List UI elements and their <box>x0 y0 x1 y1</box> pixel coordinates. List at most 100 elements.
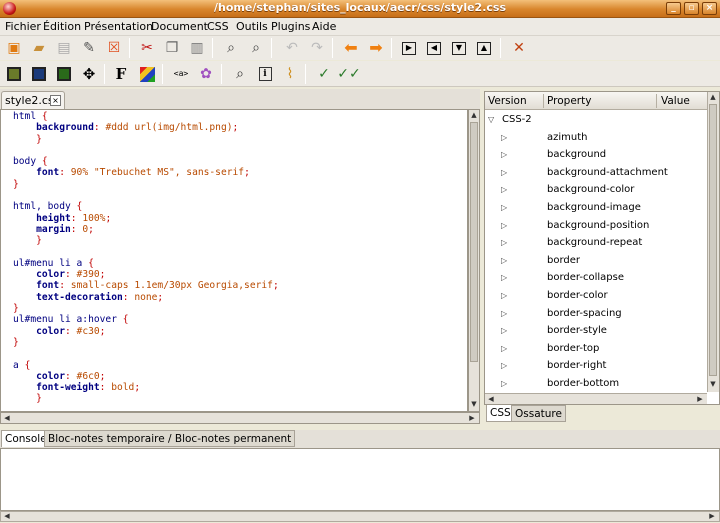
menu-aide[interactable]: Aide <box>312 20 336 33</box>
undo-icon[interactable]: ↶ <box>281 37 303 59</box>
edit-icon[interactable]: ✎ <box>78 37 100 59</box>
move-down-icon[interactable]: ▼ <box>448 37 470 59</box>
menu-document[interactable]: Document <box>151 20 208 33</box>
frame-icon[interactable] <box>3 63 25 85</box>
editor-horizontal-scrollbar[interactable]: ◀ ▶ <box>0 412 480 424</box>
tree-root[interactable]: ▽ CSS-2 <box>485 111 707 129</box>
validate-icon[interactable]: ✓ <box>313 63 335 85</box>
column-value[interactable]: Value <box>661 95 690 107</box>
tree-item-border-style[interactable]: ▷ border-style <box>485 322 707 340</box>
move-icon[interactable]: ✥ <box>78 63 100 85</box>
expander-icon[interactable]: ▷ <box>501 357 507 375</box>
console-scroll-left-icon[interactable]: ◀ <box>2 512 12 520</box>
scroll-right-icon[interactable]: ▶ <box>467 414 477 422</box>
search-tag-icon[interactable]: ⌕ <box>229 63 251 85</box>
tree-scroll-right-icon[interactable]: ▶ <box>695 395 705 403</box>
tree-item-border-collapse[interactable]: ▷ border-collapse <box>485 269 707 287</box>
expander-icon[interactable]: ▷ <box>501 375 507 393</box>
column-property[interactable]: Property <box>547 95 591 107</box>
expander-icon[interactable]: ▷ <box>501 129 507 147</box>
console-scroll-right-icon[interactable]: ▶ <box>707 512 717 520</box>
tree-item-background-color[interactable]: ▷ background-color <box>485 181 707 199</box>
tree-item-border-spacing[interactable]: ▷ border-spacing <box>485 305 707 323</box>
expander-icon[interactable]: ▷ <box>501 164 507 182</box>
close-file-icon[interactable]: ☒ <box>103 37 125 59</box>
tab-close-icon[interactable]: × <box>50 95 61 106</box>
tree-scroll-down-icon[interactable]: ▼ <box>708 380 718 388</box>
scroll-up-icon[interactable]: ▲ <box>469 111 479 119</box>
tree-item-border-bottom[interactable]: ▷ border-bottom <box>485 375 707 393</box>
open-folder-icon[interactable]: ▰ <box>28 37 50 59</box>
validate-all-icon[interactable]: ✓✓ <box>337 63 360 85</box>
tree-scroll-up-icon[interactable]: ▲ <box>708 93 718 101</box>
menu-edition[interactable]: Édition <box>43 20 81 33</box>
new-file-icon[interactable]: ▣ <box>3 37 25 59</box>
code-editor[interactable]: html { background: #ddd url(img/html.png… <box>0 109 468 412</box>
expanded-icon[interactable]: ▽ <box>488 111 494 129</box>
palette-icon[interactable]: ✿ <box>195 63 217 85</box>
menu-plugins[interactable]: Plugins <box>271 20 310 33</box>
console-output[interactable] <box>0 448 720 511</box>
expander-icon[interactable]: ▷ <box>501 217 507 235</box>
menu-css[interactable]: CSS <box>207 20 229 33</box>
column-version[interactable]: Version <box>488 95 527 107</box>
find-replace-icon[interactable]: ⌕ <box>245 37 267 59</box>
menu-fichier[interactable]: Fichier <box>5 20 41 33</box>
move-up-icon[interactable]: ▲ <box>473 37 495 59</box>
editor-scroll-thumb[interactable] <box>470 122 478 362</box>
expander-icon[interactable]: ▷ <box>501 287 507 305</box>
tree-item-border-top[interactable]: ▷ border-top <box>485 340 707 358</box>
tree-item-background-image[interactable]: ▷ background-image <box>485 199 707 217</box>
scroll-down-icon[interactable]: ▼ <box>469 400 479 408</box>
expander-icon[interactable]: ▷ <box>501 146 507 164</box>
expander-icon[interactable]: ▷ <box>501 199 507 217</box>
tree-item-background-repeat[interactable]: ▷ background-repeat <box>485 234 707 252</box>
maximize-button[interactable]: ▫ <box>684 2 699 15</box>
editor-vertical-scrollbar[interactable]: ▲ ▼ <box>468 109 480 412</box>
tab-style2-css[interactable]: style2.css × <box>1 91 65 109</box>
scroll-left-icon[interactable]: ◀ <box>2 414 12 422</box>
expander-icon[interactable]: ▷ <box>501 340 507 358</box>
color-icon[interactable] <box>136 63 158 85</box>
copy-icon[interactable]: ❐ <box>161 37 183 59</box>
font-icon[interactable]: F <box>110 63 132 85</box>
arrow-right-icon[interactable]: ➡ <box>365 37 387 59</box>
move-left-icon[interactable]: ◀ <box>423 37 445 59</box>
expander-icon[interactable]: ▷ <box>501 305 507 323</box>
info-icon[interactable]: i <box>254 63 276 85</box>
broom-icon[interactable]: ⌇ <box>279 63 301 85</box>
tab-ossature[interactable]: Ossature <box>511 405 566 422</box>
expander-icon[interactable]: ▷ <box>501 181 507 199</box>
frame-blue-icon[interactable] <box>28 63 50 85</box>
tree-scroll-left-icon[interactable]: ◀ <box>486 395 496 403</box>
redo-icon[interactable]: ↷ <box>306 37 328 59</box>
expander-icon[interactable]: ▷ <box>501 252 507 270</box>
tab-notepad[interactable]: Bloc-notes temporaire / Bloc-notes perma… <box>44 430 296 447</box>
tag-icon[interactable]: <a> <box>170 63 192 85</box>
minimize-button[interactable]: _ <box>666 2 681 15</box>
tree-item-border-right[interactable]: ▷ border-right <box>485 357 707 375</box>
menu-presentation[interactable]: Présentation <box>84 20 153 33</box>
tree-item-background[interactable]: ▷ background <box>485 146 707 164</box>
tree-item-background-attachment[interactable]: ▷ background-attachment <box>485 164 707 182</box>
tree-item-border-color[interactable]: ▷ border-color <box>485 287 707 305</box>
tools-icon[interactable]: ✕ <box>508 37 530 59</box>
arrow-left-icon[interactable]: ⬅ <box>340 37 362 59</box>
expander-icon[interactable]: ▷ <box>501 269 507 287</box>
tree-item-azimuth[interactable]: ▷ azimuth <box>485 129 707 147</box>
tree-item-border[interactable]: ▷ border <box>485 252 707 270</box>
tree-vertical-scrollbar[interactable]: ▲ ▼ <box>707 92 719 392</box>
expander-icon[interactable]: ▷ <box>501 234 507 252</box>
expander-icon[interactable]: ▷ <box>501 322 507 340</box>
close-button[interactable]: × <box>702 2 717 15</box>
menu-outils[interactable]: Outils <box>236 20 268 33</box>
tree-item-background-position[interactable]: ▷ background-position <box>485 217 707 235</box>
cut-icon[interactable]: ✂ <box>136 37 158 59</box>
paste-icon[interactable]: ▥ <box>186 37 208 59</box>
find-icon[interactable]: ⌕ <box>220 37 242 59</box>
tree-horizontal-scrollbar[interactable]: ◀ ▶ <box>485 393 707 404</box>
console-horizontal-scrollbar[interactable]: ◀ ▶ <box>0 511 720 522</box>
tree-scroll-thumb[interactable] <box>709 104 717 376</box>
move-right-icon[interactable]: ▶ <box>398 37 420 59</box>
frame-green-icon[interactable] <box>53 63 75 85</box>
